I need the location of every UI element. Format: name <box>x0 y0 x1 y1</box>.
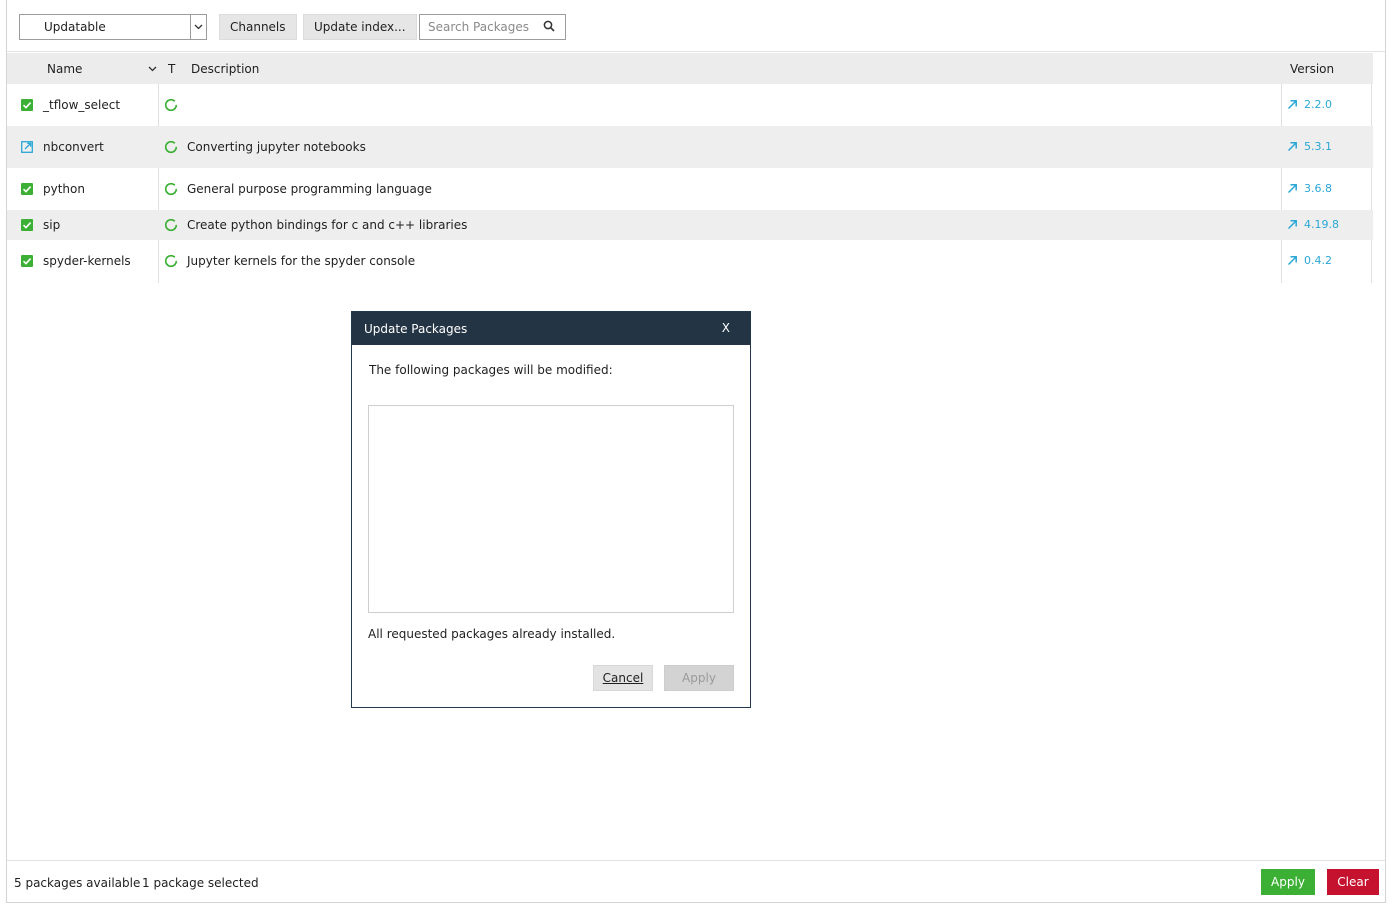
status-bar: 5 packages available 1 package selected … <box>7 860 1385 902</box>
loading-spinner-icon <box>164 218 178 232</box>
package-name: sip <box>43 218 61 232</box>
cancel-button[interactable]: Cancel <box>593 665 653 691</box>
package-description: Converting jupyter notebooks <box>187 140 366 154</box>
column-header-version[interactable]: Version <box>1290 62 1334 76</box>
loading-spinner-icon <box>164 254 178 268</box>
dialog-message: The following packages will be modified: <box>369 363 613 377</box>
close-button[interactable]: X <box>722 321 730 335</box>
modified-packages-list[interactable] <box>368 405 734 613</box>
navigator-environments-panel: Updatable Channels Update index... Name … <box>6 0 1386 903</box>
package-name: python <box>43 182 85 196</box>
packages-selected-count: 1 package selected <box>142 876 259 890</box>
package-filter-select[interactable]: Updatable <box>19 14 207 40</box>
package-version: 3.6.8 <box>1304 182 1332 195</box>
update-index-button[interactable]: Update index... <box>303 14 417 40</box>
package-version: 0.4.2 <box>1304 254 1332 267</box>
table-row[interactable]: spyder-kernels Jupyter kernels for the s… <box>7 240 1373 282</box>
loading-spinner-icon <box>164 98 178 112</box>
package-version: 5.3.1 <box>1304 140 1332 153</box>
package-description: Jupyter kernels for the spyder console <box>187 254 416 268</box>
column-header-description[interactable]: Description <box>191 62 259 76</box>
package-description: General purpose programming language <box>187 182 432 196</box>
package-name: spyder-kernels <box>43 254 131 268</box>
search-box[interactable] <box>419 14 566 40</box>
checked-checkbox-icon[interactable] <box>21 183 33 195</box>
table-row[interactable]: sip Create python bindings for c and c++… <box>7 210 1373 240</box>
toolbar: Updatable Channels Update index... <box>7 0 1385 52</box>
version-link[interactable]: 2.2.0 <box>1287 98 1332 111</box>
update-packages-dialog: Update Packages X The following packages… <box>351 311 751 708</box>
package-name: nbconvert <box>43 140 104 154</box>
version-link[interactable]: 3.6.8 <box>1287 182 1332 195</box>
dialog-status: All requested packages already installed… <box>368 627 616 641</box>
channels-button[interactable]: Channels <box>219 14 297 40</box>
search-icon[interactable] <box>543 20 555 35</box>
packages-available-count: 5 packages available <box>14 876 141 890</box>
checked-checkbox-icon[interactable] <box>21 219 33 231</box>
table-row[interactable]: python General purpose programming langu… <box>7 168 1373 210</box>
table-row[interactable]: nbconvert Converting jupyter notebooks 5… <box>7 126 1373 168</box>
package-filter-value: Updatable <box>44 20 106 34</box>
version-link[interactable]: 0.4.2 <box>1287 254 1332 267</box>
dialog-title: Update Packages <box>364 322 468 336</box>
version-link[interactable]: 5.3.1 <box>1287 140 1332 153</box>
column-header-type[interactable]: T <box>168 62 175 76</box>
apply-button[interactable]: Apply <box>1261 869 1315 895</box>
table-row[interactable]: _tflow_select 2.2.0 <box>7 84 1373 126</box>
loading-spinner-icon <box>164 140 178 154</box>
chevron-down-icon[interactable] <box>190 15 206 39</box>
dialog-title-bar: Update Packages X <box>352 312 750 345</box>
checked-checkbox-icon[interactable] <box>21 255 33 267</box>
package-name: _tflow_select <box>43 98 121 112</box>
package-version: 2.2.0 <box>1304 98 1332 111</box>
column-header-name[interactable]: Name <box>47 62 82 76</box>
upgrade-arrow-icon <box>1287 184 1297 194</box>
upgrade-arrow-icon <box>1287 100 1297 110</box>
checked-checkbox-icon[interactable] <box>21 99 33 111</box>
sort-chevron-icon[interactable] <box>148 61 157 75</box>
upgrade-arrow-icon <box>1287 220 1297 230</box>
dialog-apply-button[interactable]: Apply <box>664 665 734 691</box>
version-link[interactable]: 4.19.8 <box>1287 218 1339 231</box>
mark-for-update-icon[interactable] <box>21 141 33 153</box>
search-input[interactable] <box>420 15 540 39</box>
table-header: Name T Description Version <box>7 53 1373 84</box>
upgrade-arrow-icon <box>1287 256 1297 266</box>
package-version: 4.19.8 <box>1304 218 1339 231</box>
loading-spinner-icon <box>164 182 178 196</box>
upgrade-arrow-icon <box>1287 142 1297 152</box>
clear-button[interactable]: Clear <box>1327 869 1379 895</box>
package-description: Create python bindings for c and c++ lib… <box>187 218 468 232</box>
